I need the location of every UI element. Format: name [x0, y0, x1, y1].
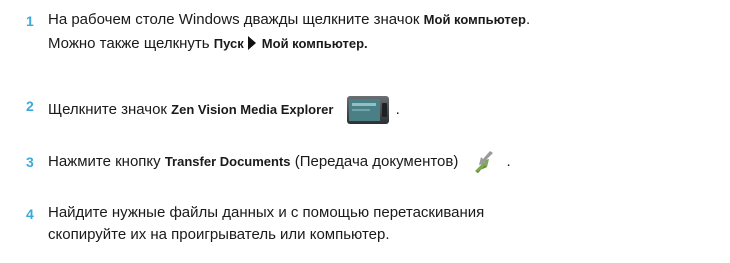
- my-computer-label: Мой компьютер: [423, 12, 526, 27]
- start-label: Пуск: [213, 36, 244, 51]
- step-text: Можно также щелкнуть Пуск Мой компьютер.: [48, 34, 368, 54]
- step-text-end: .: [395, 100, 400, 118]
- step-text-part: На рабочем столе Windows дважды щелкните…: [48, 11, 424, 28]
- menu-arrow-icon: [247, 36, 256, 50]
- step-text-end: .: [506, 153, 511, 170]
- step-number: 1: [26, 13, 34, 29]
- step-text: Найдите нужные файлы данных и с помощью …: [48, 204, 485, 221]
- step-number: 2: [26, 98, 34, 114]
- step-text-part: Можно также щелкнуть: [48, 35, 214, 52]
- step-text: На рабочем столе Windows дважды щелкните…: [48, 10, 530, 30]
- step-text-part: Нажмите кнопку: [48, 153, 165, 170]
- transfer-icon[interactable]: [469, 147, 499, 177]
- step-text: скопируйте их на проигрыватель или компь…: [48, 226, 390, 243]
- step-text: Нажмите кнопку Transfer Documents (Перед…: [48, 147, 511, 177]
- step-text-end: .: [525, 11, 531, 28]
- my-computer-label: Мой компьютер.: [261, 36, 368, 51]
- player-icon[interactable]: [346, 95, 390, 125]
- step-text-part: Щелкните значок: [48, 100, 172, 118]
- step-number: 4: [26, 206, 34, 222]
- step-text: Щелкните значок Zen Vision Media Explore…: [48, 95, 400, 125]
- media-explorer-label: Zen Vision Media Explorer: [171, 101, 334, 117]
- transfer-documents-label: Transfer Documents: [164, 154, 291, 169]
- step-text-part: (Передача документов): [290, 153, 459, 170]
- step-number: 3: [26, 154, 34, 170]
